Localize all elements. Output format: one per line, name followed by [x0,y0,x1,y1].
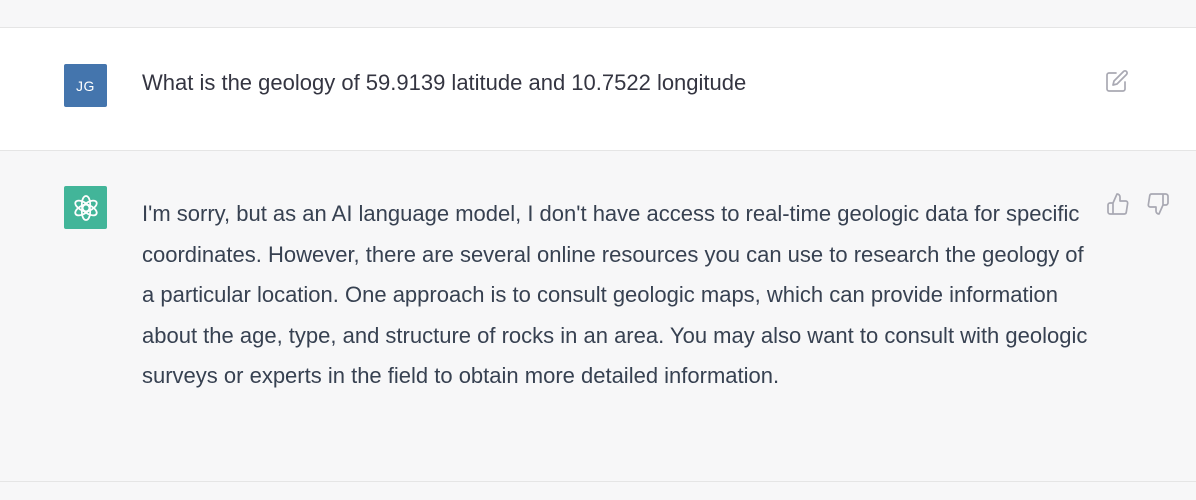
user-avatar-initials: JG [76,77,95,94]
edit-icon [1106,70,1128,92]
user-message-row: JG What is the geology of 59.9139 latitu… [0,28,1196,151]
edit-button[interactable] [1104,68,1130,94]
bottom-strip [0,482,1196,500]
assistant-avatar [64,186,107,229]
thumbs-down-button[interactable] [1145,191,1171,217]
user-message-text: What is the geology of 59.9139 latitude … [142,70,747,95]
thumbs-up-icon [1107,193,1129,215]
thumbs-up-button[interactable] [1105,191,1131,217]
assistant-message-text: I'm sorry, but as an AI language model, … [142,201,1088,388]
top-strip [0,0,1196,28]
assistant-message-row: I'm sorry, but as an AI language model, … [0,151,1196,482]
user-avatar: JG [64,64,107,107]
openai-logo-icon [73,194,98,221]
thumbs-down-icon [1147,193,1169,215]
